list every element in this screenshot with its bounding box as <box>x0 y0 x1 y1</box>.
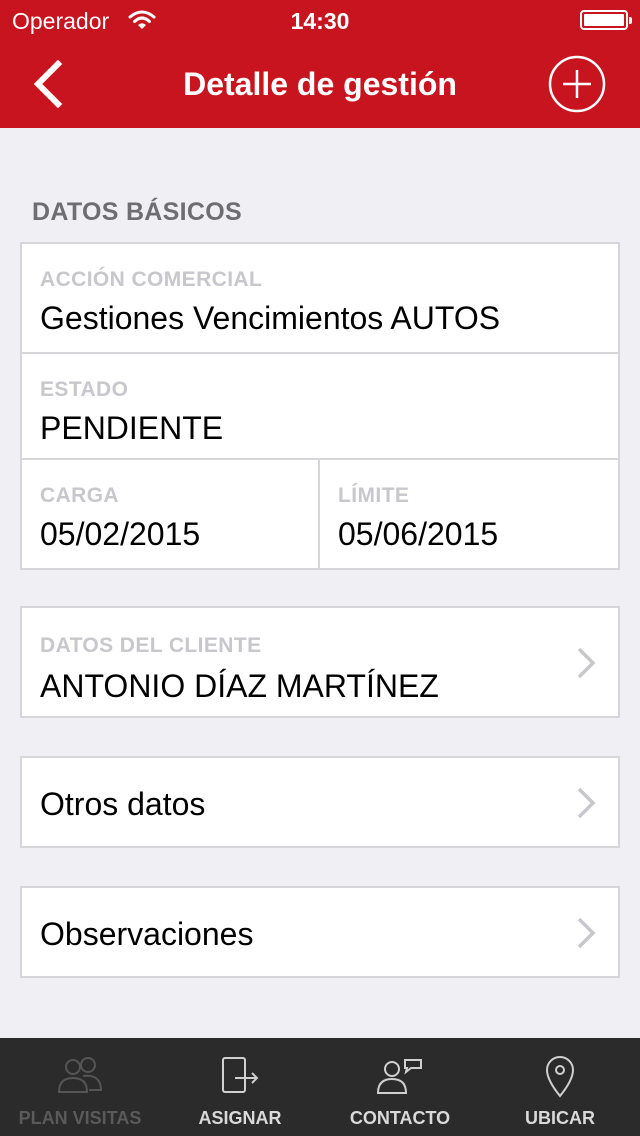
tab-asignar[interactable]: ASIGNAR <box>160 1038 320 1136</box>
load-date-label: CARGA <box>40 484 119 507</box>
tab-plan-visitas-label: PLAN VISITAS <box>18 1108 142 1128</box>
other-data-row[interactable]: Otros datos <box>20 756 620 848</box>
tab-contacto[interactable]: CONTACTO <box>320 1038 480 1136</box>
observations-label: Observaciones <box>40 916 254 952</box>
observations-row[interactable]: Observaciones <box>20 886 620 978</box>
location-pin-icon <box>545 1056 575 1098</box>
limit-date-cell: LÍMITE 05/06/2015 <box>320 460 618 568</box>
client-name: ANTONIO DÍAZ MARTÍNEZ <box>40 668 439 704</box>
tab-plan-visitas[interactable]: PLAN VISITAS <box>0 1038 160 1136</box>
commercial-action-value: Gestiones Vencimientos AUTOS <box>40 300 501 336</box>
contact-icon <box>376 1059 422 1094</box>
chevron-right-icon <box>577 917 596 949</box>
tab-asignar-label: ASIGNAR <box>198 1108 282 1128</box>
tab-ubicar-label: UBICAR <box>525 1108 595 1128</box>
load-date-cell: CARGA 05/02/2015 <box>22 460 320 568</box>
status-bar: Operador 14:30 <box>0 0 640 40</box>
page-title: Detalle de gestión <box>183 66 457 102</box>
state-value: PENDIENTE <box>40 410 224 446</box>
load-date-value: 05/02/2015 <box>40 516 201 552</box>
tab-bar: PLAN VISITAS ASIGNAR CONTACTO UBICAR <box>0 1038 640 1136</box>
people-icon <box>57 1057 103 1093</box>
state-label: ESTADO <box>40 378 129 401</box>
status-time: 14:30 <box>290 8 350 34</box>
client-data-label: DATOS DEL CLIENTE <box>40 634 262 657</box>
limit-date-value: 05/06/2015 <box>338 516 499 552</box>
basic-data-card: ACCIÓN COMERCIAL Gestiones Vencimientos … <box>20 242 620 570</box>
dates-row: CARGA 05/02/2015 LÍMITE 05/06/2015 <box>22 460 618 568</box>
client-data-row[interactable]: DATOS DEL CLIENTE ANTONIO DÍAZ MARTÍNEZ <box>20 606 620 718</box>
commercial-action-label: ACCIÓN COMERCIAL <box>40 268 263 291</box>
state-row: ESTADO PENDIENTE <box>22 354 618 460</box>
tab-contacto-label: CONTACTO <box>349 1108 451 1128</box>
section-title: DATOS BÁSICOS <box>32 198 242 226</box>
plus-circle-icon[interactable] <box>548 55 606 113</box>
tab-ubicar[interactable]: UBICAR <box>480 1038 640 1136</box>
assign-icon <box>222 1057 259 1093</box>
other-data-label: Otros datos <box>40 786 206 822</box>
navigation-bar: Detalle de gestión <box>0 40 640 128</box>
battery-icon <box>580 10 632 30</box>
chevron-right-icon <box>577 647 596 679</box>
chevron-right-icon <box>577 787 596 819</box>
limit-date-label: LÍMITE <box>338 484 410 507</box>
commercial-action-row: ACCIÓN COMERCIAL Gestiones Vencimientos … <box>22 244 618 354</box>
